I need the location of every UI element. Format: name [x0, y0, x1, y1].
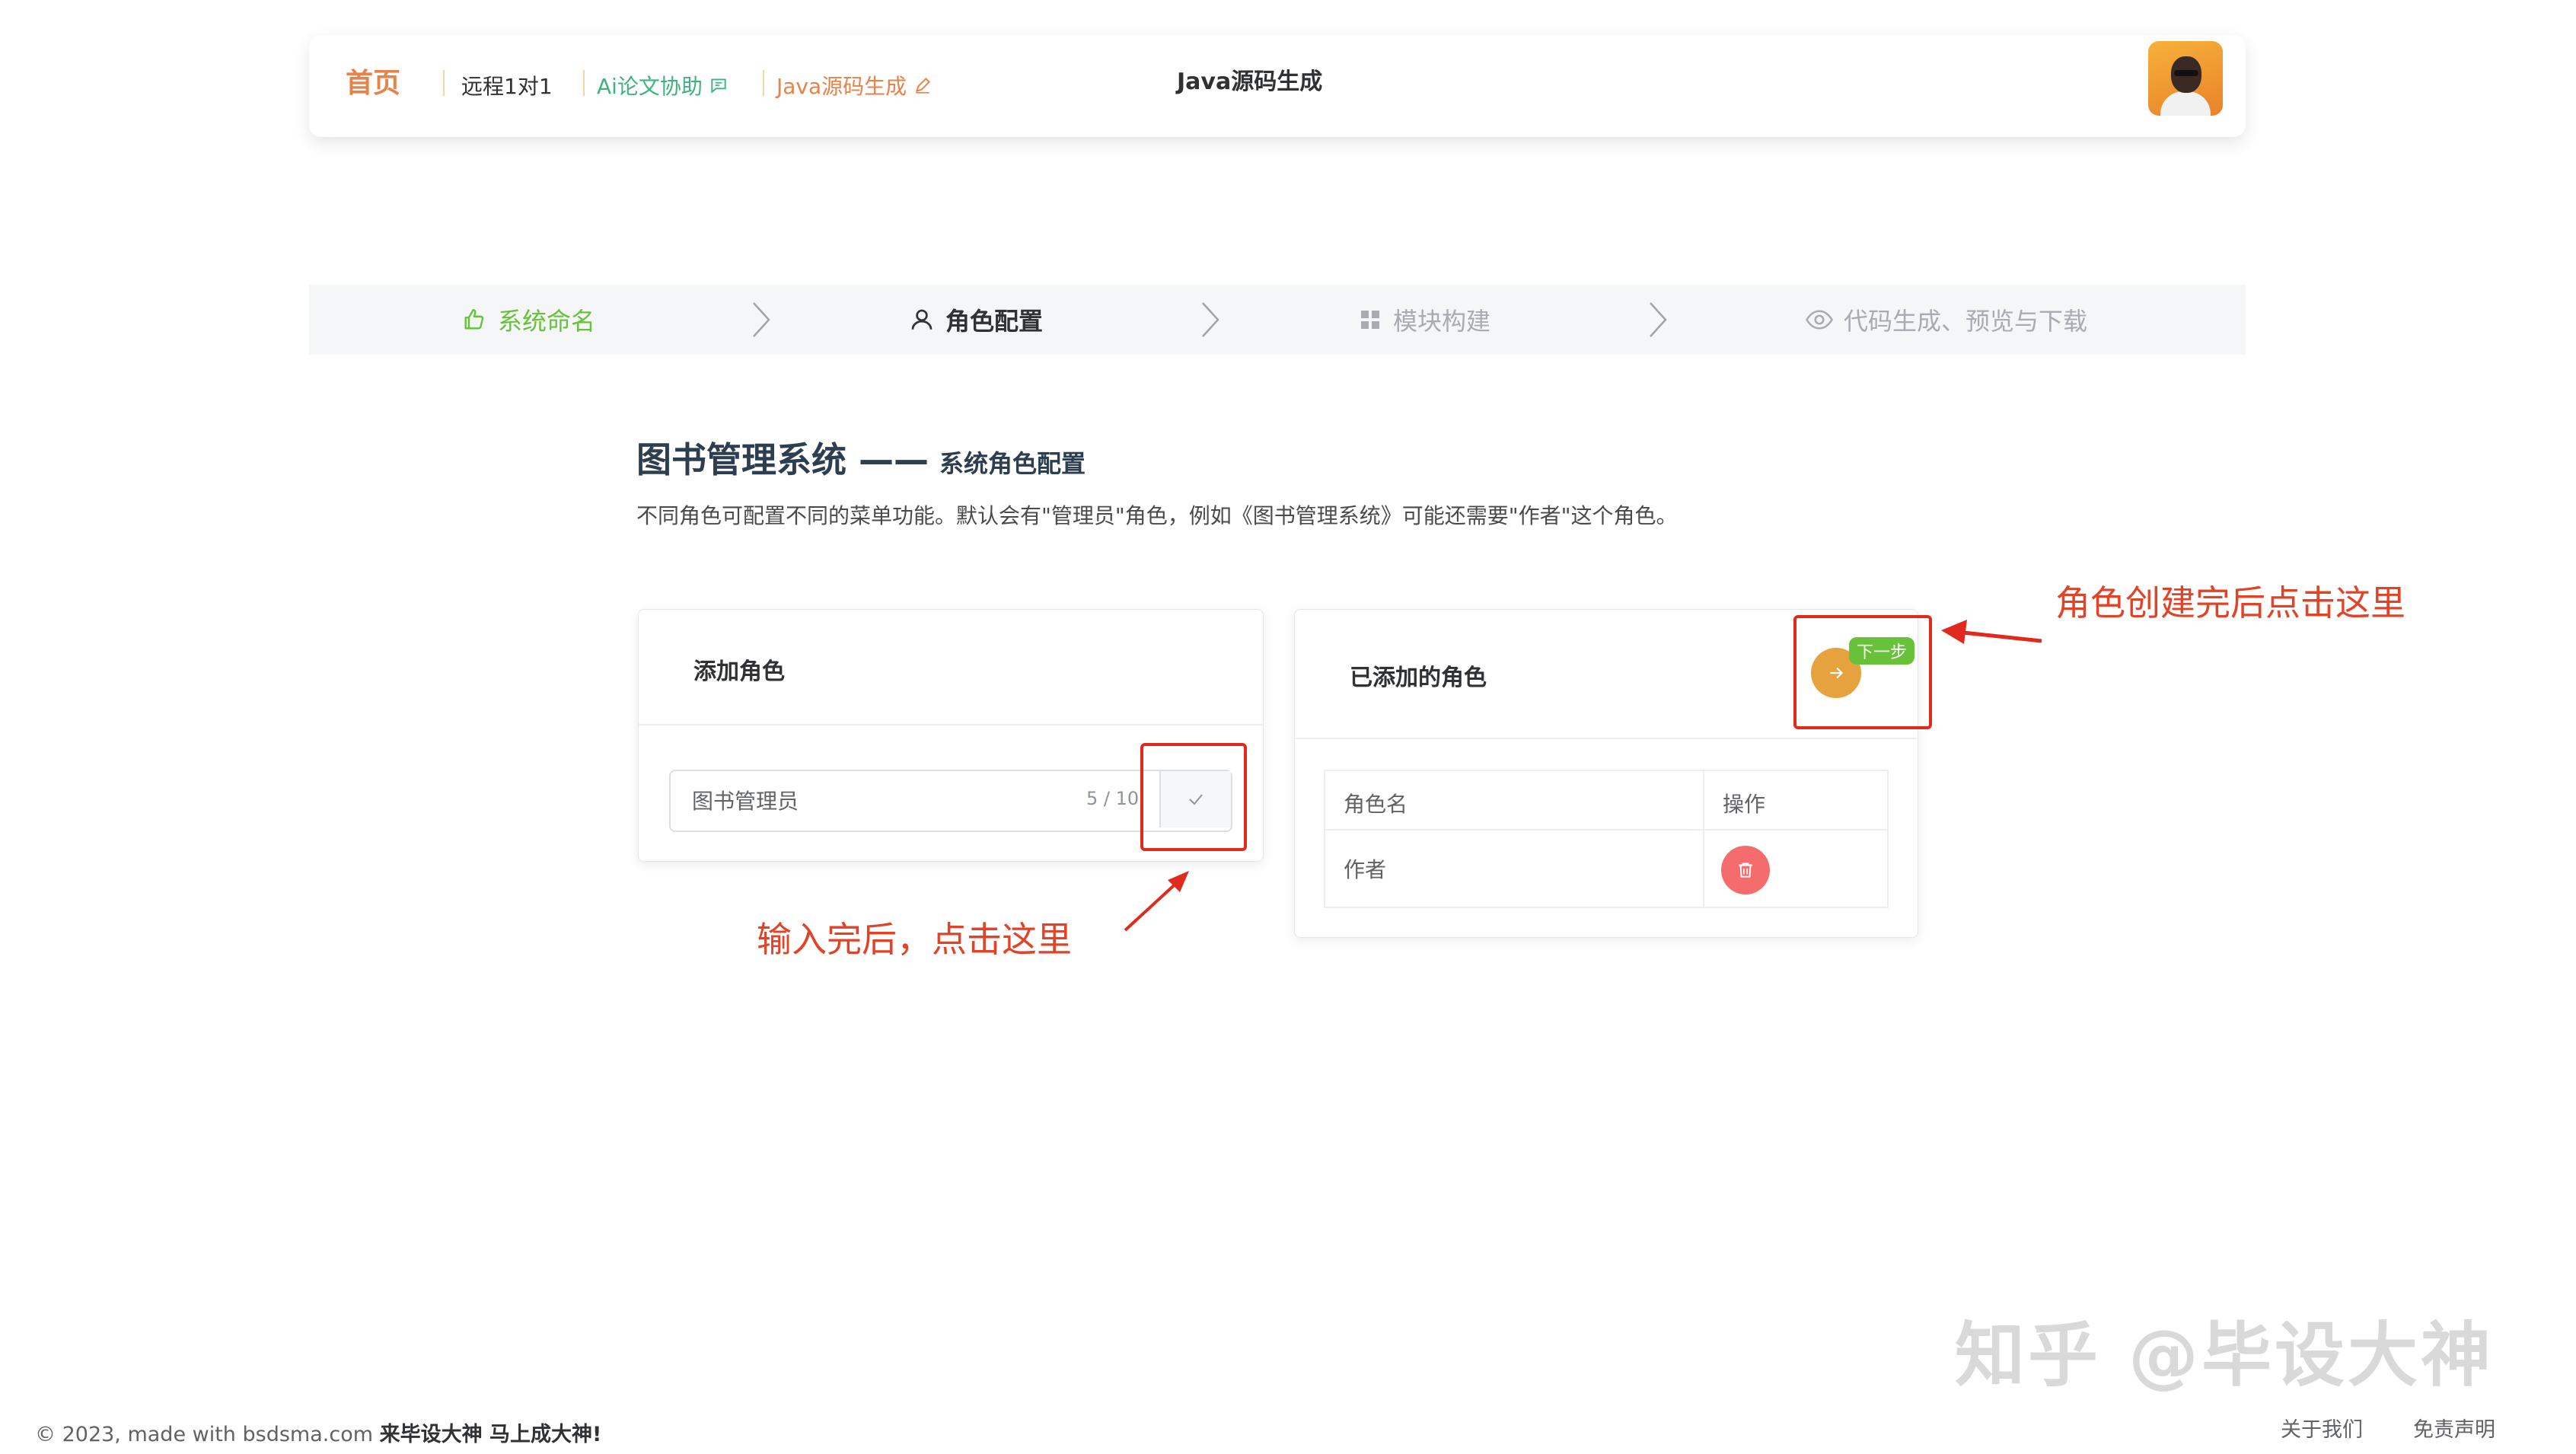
nav-java-link[interactable]: Java源码生成	[776, 70, 933, 100]
chevron-right-icon	[1650, 302, 1667, 337]
nav-divider	[443, 70, 445, 96]
card-title: 已添加的角色	[1350, 665, 1487, 691]
step-role-config[interactable]: 角色配置	[909, 285, 1043, 355]
top-nav-bar: 首页 远程1对1 Ai论文协助 Java源码生成 Java源码生成	[309, 35, 2246, 137]
roles-table: 角色名 操作 作者	[1324, 770, 1889, 908]
footer-copyright: © 2023, made with bsdsma.com 来毕设大神 马上成大神…	[35, 1417, 601, 1447]
step-label: 角色配置	[945, 307, 1044, 336]
column-header-role-name: 角色名	[1344, 792, 1408, 817]
table-row: 作者	[1325, 831, 1887, 907]
nav-remote-label: 远程1对1	[461, 74, 553, 99]
copyright-slogan: 来毕设大神 马上成大神!	[379, 1423, 602, 1446]
annotation-next-hint: 角色创建完后点击这里	[2055, 582, 2405, 623]
char-counter: 5 / 10	[1086, 788, 1140, 809]
page-header-title: Java源码生成	[1177, 69, 1323, 95]
nav-home-link[interactable]: 首页	[346, 61, 400, 100]
user-avatar[interactable]	[2148, 41, 2223, 116]
step-code-generate[interactable]: 代码生成、预览与下载	[1806, 285, 2087, 355]
eye-icon	[1806, 310, 1833, 330]
progress-steps: 系统命名 角色配置 模块构建 代码生成、预览与下载	[309, 285, 2246, 355]
step-label: 系统命名	[498, 307, 596, 336]
step-system-naming[interactable]: 系统命名	[461, 285, 595, 355]
annotation-arrow-icon	[1124, 871, 1189, 932]
nav-java-label: Java源码生成	[776, 74, 907, 99]
annotation-box-next	[1793, 615, 1932, 729]
card-title: 添加角色	[693, 658, 785, 685]
copyright-text: © 2023, made with bsdsma.com	[35, 1423, 374, 1446]
page-description: 不同角色可配置不同的菜单功能。默认会有"管理员"角色，例如《图书管理系统》可能还…	[636, 503, 1678, 528]
trash-icon	[1739, 863, 1752, 878]
page-subtitle: 系统角色配置	[939, 449, 1086, 478]
nav-ai-paper-link[interactable]: Ai论文协助	[597, 70, 728, 100]
step-label: 代码生成、预览与下载	[1844, 307, 2088, 336]
footer-disclaimer-link[interactable]: 免责声明	[2413, 1413, 2495, 1443]
step-label: 模块构建	[1393, 307, 1491, 336]
chevron-right-icon	[1202, 302, 1219, 337]
delete-role-button[interactable]	[1721, 846, 1770, 894]
pen-icon	[916, 77, 931, 94]
table-header-row: 角色名 操作	[1325, 771, 1887, 831]
step-module-build[interactable]: 模块构建	[1358, 285, 1490, 355]
nav-ai-label: Ai论文协助	[597, 74, 703, 99]
nav-divider	[583, 70, 585, 96]
role-name-input[interactable]	[690, 771, 1059, 829]
watermark-text: 知乎 @毕设大神	[1955, 1315, 2495, 1396]
annotation-input-hint: 输入完后，点击这里	[757, 919, 1072, 960]
page-title: 图书管理系统 —— 系统角色配置	[636, 432, 1086, 483]
grid-icon	[1361, 311, 1379, 329]
nav-remote-link[interactable]: 远程1对1	[461, 70, 553, 100]
annotation-arrow-icon	[1941, 620, 2042, 644]
footer-about-link[interactable]: 关于我们	[2281, 1413, 2363, 1443]
card-header: 添加角色	[639, 610, 1263, 725]
user-icon	[911, 309, 933, 330]
column-header-actions: 操作	[1723, 792, 1766, 817]
thumbs-up-icon	[464, 309, 484, 330]
chevron-right-icon	[753, 302, 770, 337]
annotation-box-confirm	[1140, 743, 1247, 851]
page-title-main: 图书管理系统 ——	[636, 439, 929, 480]
nav-divider	[763, 70, 764, 96]
role-name-cell: 作者	[1344, 857, 1387, 882]
chat-bubble-icon	[711, 78, 726, 94]
